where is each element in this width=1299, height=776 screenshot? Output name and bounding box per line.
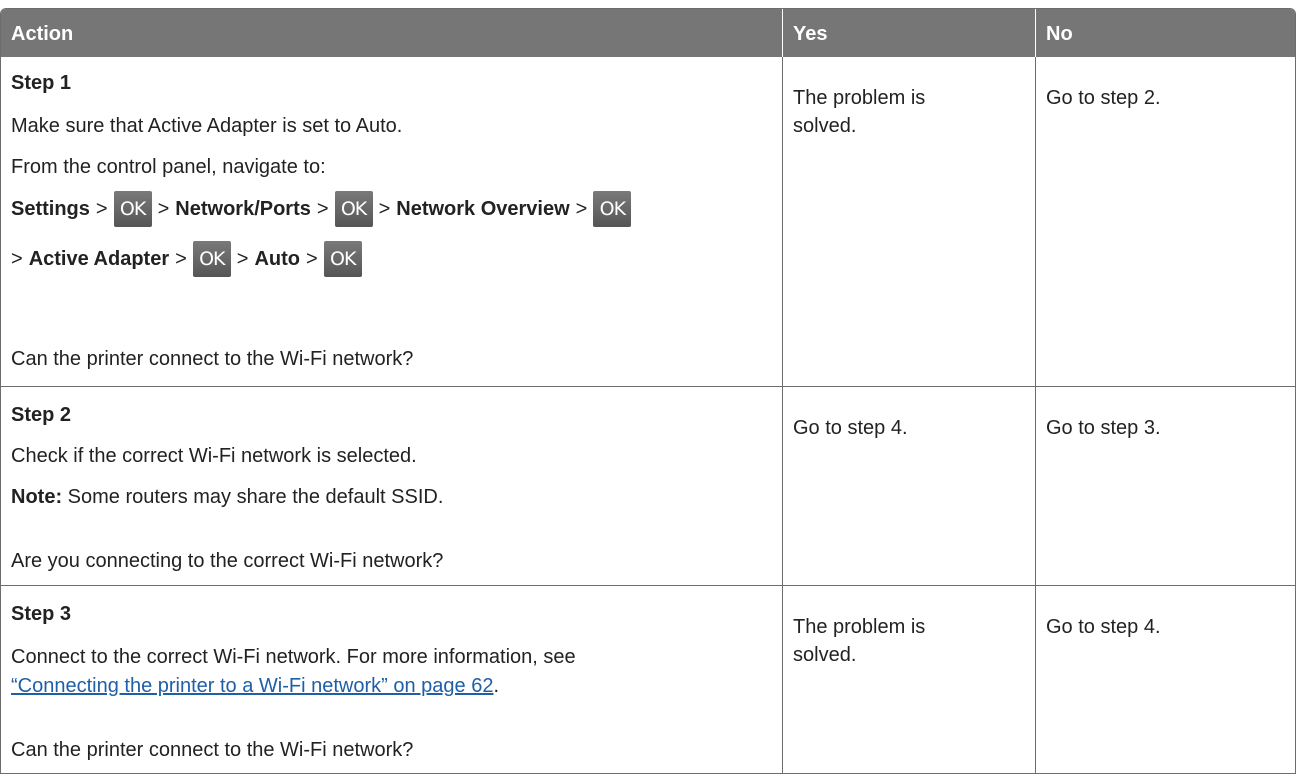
no-cell: Go to step 2. (1035, 57, 1295, 386)
question-text: Are you connecting to the correct Wi-Fi … (11, 550, 444, 572)
table-row-step-2: Step 2 Check if the correct Wi-Fi networ… (1, 386, 1295, 585)
no-cell: Go to step 3. (1035, 387, 1295, 585)
step-title: Step 3 (11, 603, 72, 625)
link-suffix: . (493, 675, 500, 697)
step-title: Step 2 (11, 404, 72, 426)
nav-network-overview: Network Overview (396, 197, 570, 220)
ok-button-icon: OK (113, 191, 152, 227)
nav-settings: Settings (11, 197, 90, 220)
nav-separator: > (306, 247, 318, 270)
nav-auto: Auto (254, 247, 301, 270)
step-title: Step 1 (11, 72, 72, 94)
nav-separator: > (316, 197, 329, 220)
nav-network-ports: Network/Ports (175, 197, 311, 220)
yes-text: The problem is (793, 616, 926, 638)
yes-cell: The problem is solved. (782, 57, 1035, 386)
instruction-text: Check if the correct Wi-Fi network is se… (11, 445, 417, 467)
action-cell: Step 1 Make sure that Active Adapter is … (1, 57, 782, 386)
nav-separator: > (95, 197, 108, 220)
troubleshooting-table: Action Yes No Step 1 Make sure that Acti… (0, 8, 1296, 774)
action-cell: Step 2 Check if the correct Wi-Fi networ… (1, 387, 782, 585)
table-row-step-1: Step 1 Make sure that Active Adapter is … (1, 57, 1295, 386)
yes-text: The problem is (793, 87, 926, 109)
nav-separator: > (378, 197, 391, 220)
no-text: Go to step 4. (1046, 616, 1161, 638)
yes-cell: The problem is solved. (782, 586, 1035, 773)
header-yes: Yes (782, 9, 1035, 57)
action-cell: Step 3 Connect to the correct Wi-Fi netw… (1, 586, 782, 773)
no-text: Go to step 3. (1046, 417, 1161, 439)
ok-button-icon: OK (323, 241, 362, 277)
instruction-text: Make sure that Active Adapter is set to … (11, 115, 403, 137)
yes-text: Go to step 4. (793, 417, 908, 439)
navigation-path-continued: > Active Adapter > OK > Auto > OK (11, 237, 362, 281)
nav-separator: > (236, 247, 249, 270)
question-text: Can the printer connect to the Wi-Fi net… (11, 739, 414, 761)
nav-separator: > (575, 197, 588, 220)
ok-button-icon: OK (593, 191, 632, 227)
nav-separator: > (11, 247, 23, 270)
table-row-step-3: Step 3 Connect to the correct Wi-Fi netw… (1, 585, 1295, 773)
instruction-text: Connect to the correct Wi-Fi network. Fo… (11, 646, 576, 668)
note-label: Note: (11, 486, 63, 508)
header-action: Action (11, 23, 74, 45)
nav-separator: > (157, 197, 170, 220)
table-header-row: Action Yes No (1, 9, 1295, 57)
ok-button-icon: OK (192, 241, 231, 277)
note-text: Note: Some routers may share the default… (11, 483, 443, 511)
ok-button-icon: OK (334, 191, 373, 227)
no-cell: Go to step 4. (1035, 586, 1295, 773)
question-text: Can the printer connect to the Wi-Fi net… (11, 348, 414, 370)
header-no: No (1035, 9, 1295, 57)
yes-text: solved. (793, 644, 857, 666)
no-text: Go to step 2. (1046, 87, 1161, 109)
yes-text: solved. (793, 115, 857, 137)
link-line: “Connecting the printer to a Wi-Fi netwo… (11, 672, 499, 700)
nav-separator: > (175, 247, 187, 270)
yes-cell: Go to step 4. (782, 387, 1035, 585)
note-body: Some routers may share the default SSID. (62, 486, 444, 508)
navigation-path: Settings > OK > Network/Ports > OK > Net… (11, 187, 632, 231)
nav-active-adapter: Active Adapter (28, 247, 170, 270)
instruction-text: From the control panel, navigate to: (11, 156, 326, 178)
cross-reference-link[interactable]: “Connecting the printer to a Wi-Fi netwo… (11, 675, 493, 697)
